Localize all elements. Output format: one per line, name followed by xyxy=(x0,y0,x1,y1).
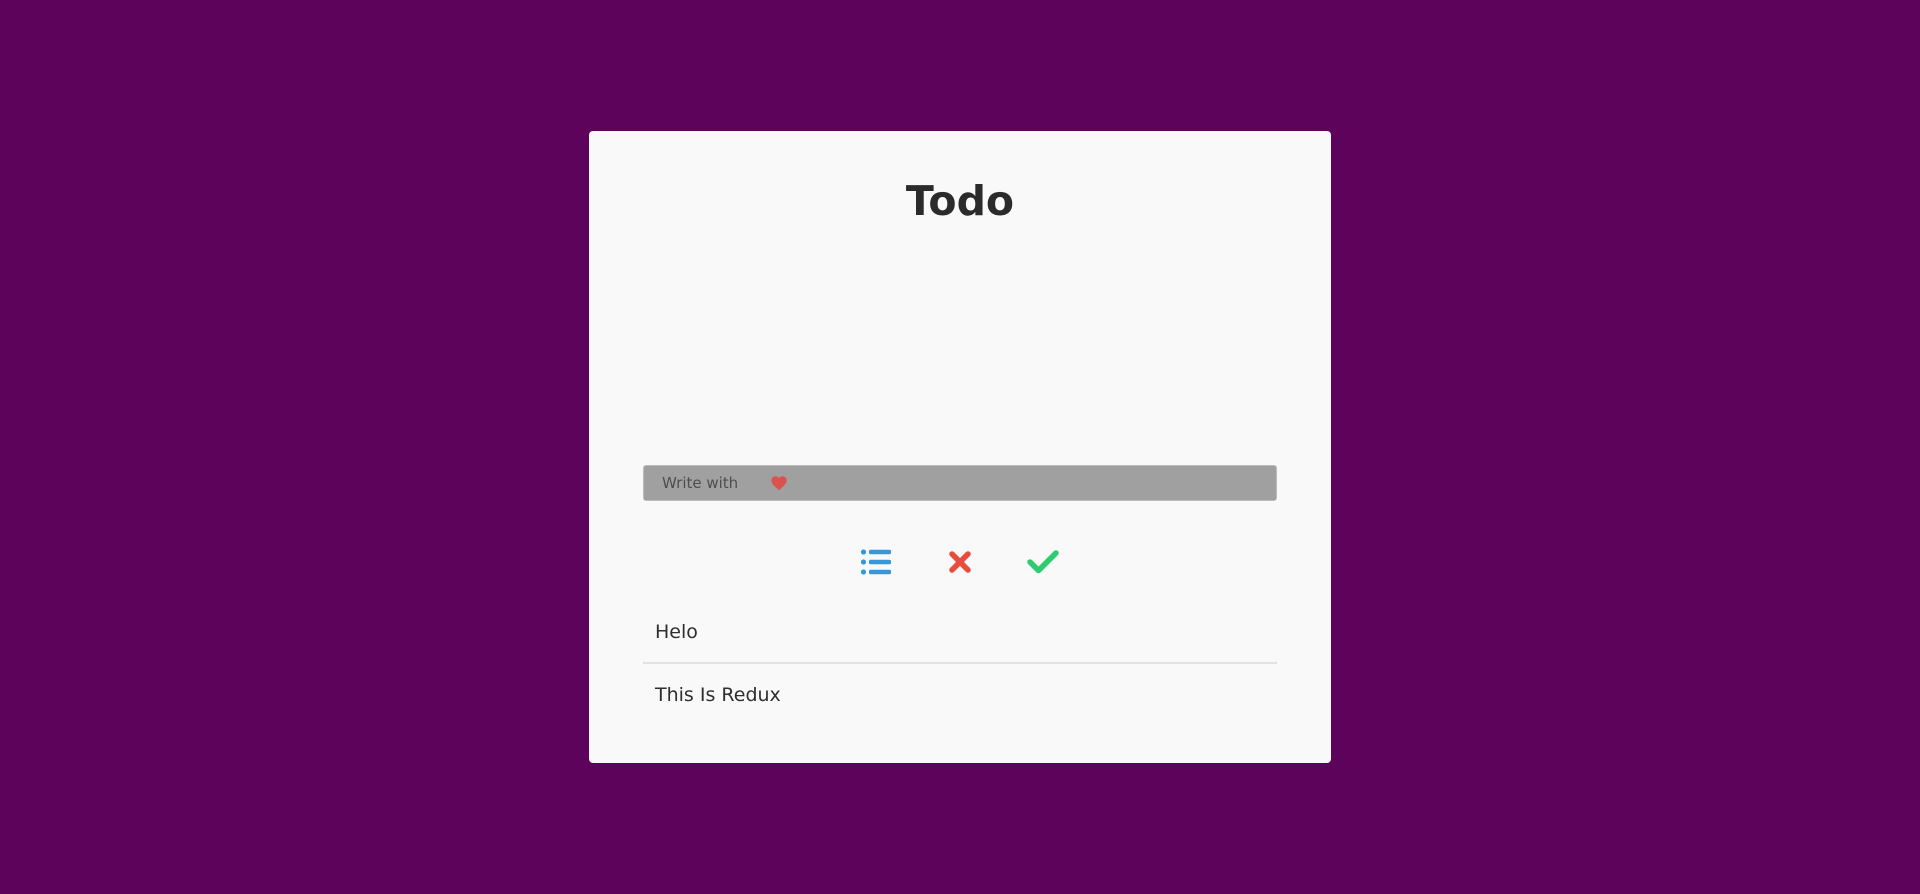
todo-item[interactable]: This Is Redux xyxy=(643,664,1277,726)
todo-list: Helo This Is Redux xyxy=(643,601,1277,726)
heart-icon xyxy=(771,476,787,491)
todo-input-wrapper[interactable] xyxy=(643,465,1277,501)
filter-bar xyxy=(0,544,1920,580)
page-title: Todo xyxy=(905,177,1015,225)
filter-active-button[interactable] xyxy=(942,544,978,580)
todo-input[interactable] xyxy=(662,474,768,492)
todo-item[interactable]: Helo xyxy=(643,601,1277,664)
close-icon xyxy=(949,551,971,573)
check-icon xyxy=(1027,550,1059,574)
list-icon xyxy=(860,549,891,575)
filter-all-button[interactable] xyxy=(858,544,894,580)
filter-completed-button[interactable] xyxy=(1025,544,1061,580)
